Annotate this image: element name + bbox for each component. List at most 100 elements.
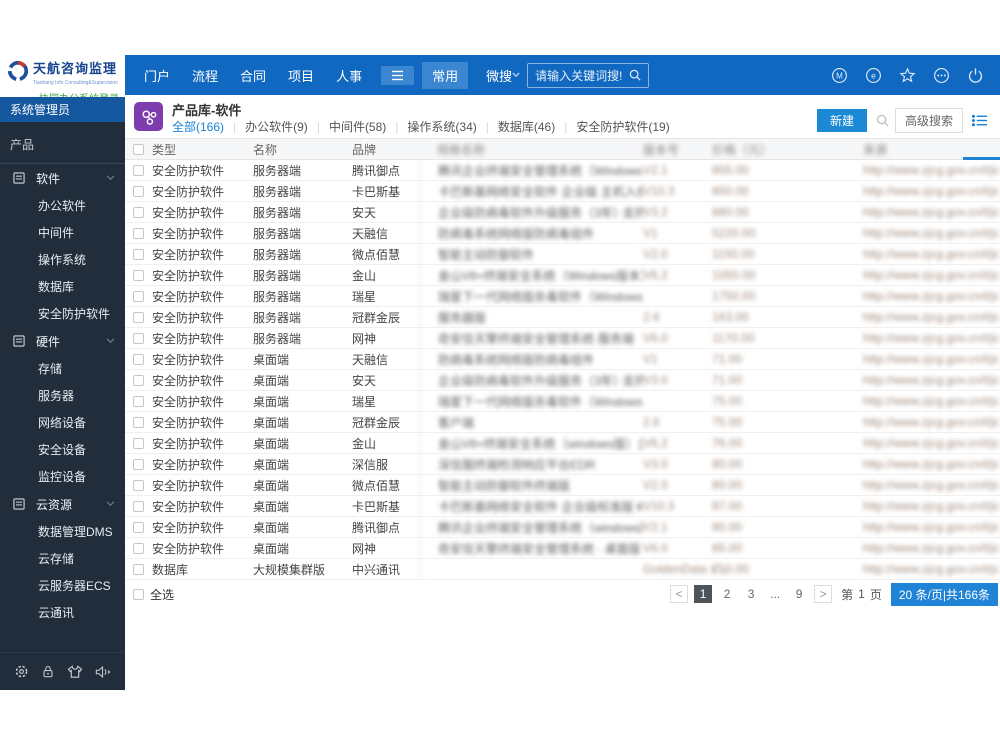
- row-checkbox[interactable]: [133, 395, 144, 407]
- row-checkbox[interactable]: [133, 290, 144, 302]
- sidebar-item[interactable]: 云通讯: [0, 599, 125, 626]
- wesearch-dropdown[interactable]: 微搜: [486, 66, 512, 85]
- page-button-3[interactable]: 3: [742, 585, 760, 603]
- sidebar-item[interactable]: 操作系统: [0, 246, 125, 273]
- apps-menu-button[interactable]: [381, 65, 415, 85]
- tab-0[interactable]: 全部(166): [172, 118, 224, 135]
- select-all-checkbox[interactable]: [133, 588, 144, 600]
- column-header[interactable]: 品牌: [352, 141, 420, 158]
- row-checkbox[interactable]: [133, 542, 144, 554]
- table-row[interactable]: 安全防护软件 桌面端 腾讯御点 腾讯企业终端安全管理系统（windows版）/ …: [125, 517, 1000, 538]
- gear-icon[interactable]: [14, 664, 29, 679]
- global-search-input[interactable]: 请输入关键词搜!: [527, 62, 650, 88]
- advanced-search-button[interactable]: 高级搜索: [894, 108, 963, 133]
- table-row[interactable]: 安全防护软件 服务器端 安天 企业级防病毒软件升级服务（3年）·支持版本升级 V…: [125, 202, 1000, 223]
- page-number-input[interactable]: 1: [858, 587, 865, 601]
- tab-5[interactable]: 安全防护软件(19): [576, 118, 669, 135]
- sidebar-item[interactable]: 服务器: [0, 382, 125, 409]
- sidebar-item[interactable]: 安全设备: [0, 436, 125, 463]
- table-row[interactable]: 安全防护软件 桌面端 网神 奇安信天擎终端安全管理系统 · 桌面版 V6.0 8…: [125, 538, 1000, 559]
- table-row[interactable]: 安全防护软件 服务器端 冠群金辰 服务器版 2.6 163.00 http://…: [125, 307, 1000, 328]
- table-row[interactable]: 安全防护软件 服务器端 天融信 防病毒系统网络版防病毒组件 V1 5220.00…: [125, 223, 1000, 244]
- speaker-icon[interactable]: [95, 665, 111, 679]
- nav-item[interactable]: 流程: [181, 66, 229, 85]
- sidebar-item[interactable]: 办公软件: [0, 192, 125, 219]
- row-checkbox[interactable]: [133, 500, 144, 512]
- lock-icon[interactable]: [41, 664, 55, 679]
- role-banner[interactable]: 系统管理员: [0, 97, 125, 122]
- row-checkbox[interactable]: [133, 437, 144, 449]
- row-checkbox[interactable]: [133, 332, 144, 344]
- page-button-2[interactable]: 2: [718, 585, 736, 603]
- table-search-icon[interactable]: [876, 114, 889, 127]
- row-checkbox[interactable]: [133, 563, 144, 575]
- row-checkbox[interactable]: [133, 311, 144, 323]
- row-checkbox[interactable]: [133, 206, 144, 218]
- power-icon[interactable]: [967, 67, 984, 84]
- sidebar-group-2[interactable]: 云资源: [0, 490, 125, 518]
- column-header[interactable]: 类型: [152, 141, 253, 158]
- nav-item[interactable]: 人事: [325, 66, 373, 85]
- sidebar-item[interactable]: 数据库: [0, 273, 125, 300]
- nav-item[interactable]: 合同: [229, 66, 277, 85]
- page-button-...[interactable]: ...: [766, 585, 784, 603]
- table-row[interactable]: 安全防护软件 桌面端 天融信 防病毒系统网络版防病毒组件 V1 71.00 ht…: [125, 349, 1000, 370]
- table-row[interactable]: 数据库 大规模集群版 中兴通讯 GoldenData s… 750.00 htt…: [125, 559, 1000, 580]
- sidebar-item[interactable]: 数据管理DMS: [0, 518, 125, 545]
- row-checkbox[interactable]: [133, 353, 144, 365]
- more-icon[interactable]: [933, 67, 950, 84]
- page-button-1[interactable]: 1: [694, 585, 713, 603]
- column-header[interactable]: 版本号: [643, 141, 712, 158]
- tab-4[interactable]: 数据库(46): [498, 118, 555, 135]
- page-button->[interactable]: >: [814, 585, 833, 603]
- row-checkbox[interactable]: [133, 269, 144, 281]
- horizontal-scrollbar-thumb[interactable]: [963, 157, 1000, 160]
- sidebar-group-1[interactable]: 硬件: [0, 327, 125, 355]
- sidebar-item[interactable]: 存储: [0, 355, 125, 382]
- list-view-icon[interactable]: [972, 114, 988, 127]
- row-checkbox[interactable]: [133, 458, 144, 470]
- row-checkbox[interactable]: [133, 521, 144, 533]
- row-checkbox[interactable]: [133, 185, 144, 197]
- message-icon[interactable]: e: [865, 67, 882, 84]
- table-row[interactable]: 安全防护软件 服务器端 卡巴斯基 卡巴斯基网络安全软件 企业级 主机入侵防御和病…: [125, 181, 1000, 202]
- page-button-9[interactable]: 9: [790, 585, 808, 603]
- table-row[interactable]: 安全防护软件 服务器端 瑞星 瑞星下一代网络版杀毒软件（Windows版）三年期…: [125, 286, 1000, 307]
- column-header[interactable]: 价格（元）: [712, 141, 863, 158]
- table-row[interactable]: 安全防护软件 服务器端 腾讯御点 腾讯企业终端安全管理系统（Windows版） …: [125, 160, 1000, 181]
- row-checkbox[interactable]: [133, 248, 144, 260]
- table-row[interactable]: 安全防护软件 桌面端 瑞星 瑞星下一代网络版杀毒软件（Windows版） 75.…: [125, 391, 1000, 412]
- header-checkbox[interactable]: [133, 143, 144, 155]
- new-button[interactable]: 新建: [816, 109, 867, 132]
- table-row[interactable]: 安全防护软件 服务器端 微点佰慧 智能主动防御软件 V2.0 1150.00 h…: [125, 244, 1000, 265]
- sidebar-item[interactable]: 监控设备: [0, 463, 125, 490]
- table-row[interactable]: 安全防护软件 桌面端 安天 企业级防病毒软件升级服务（3年）·支持版本升级 V3…: [125, 370, 1000, 391]
- table-row[interactable]: 安全防护软件 服务器端 网神 奇安信天擎终端安全管理系统·服务端 V6.0 11…: [125, 328, 1000, 349]
- sidebar-item[interactable]: 中间件: [0, 219, 125, 246]
- table-row[interactable]: 安全防护软件 桌面端 微点佰慧 智能主动防御软件终端版 V2.0 80.00 h…: [125, 475, 1000, 496]
- table-row[interactable]: 安全防护软件 桌面端 深信服 深信服终端检测响应平台EDR V3.0 80.00…: [125, 454, 1000, 475]
- sidebar-item[interactable]: 网络设备: [0, 409, 125, 436]
- nav-item[interactable]: 项目: [277, 66, 325, 85]
- column-header[interactable]: 规格名称: [420, 139, 643, 159]
- nav-item[interactable]: 门户: [133, 66, 181, 85]
- row-checkbox[interactable]: [133, 374, 144, 386]
- table-row[interactable]: 安全防护软件 服务器端 金山 金山V8+终端安全系统（Windows版本）标准组…: [125, 265, 1000, 286]
- row-checkbox[interactable]: [133, 479, 144, 491]
- page-button-<[interactable]: <: [670, 585, 689, 603]
- row-checkbox[interactable]: [133, 416, 144, 428]
- tab-2[interactable]: 中间件(58): [329, 118, 386, 135]
- row-checkbox[interactable]: [133, 227, 144, 239]
- table-row[interactable]: 安全防护软件 桌面端 金山 金山V8+终端安全系统（windows版）企业版 V…: [125, 433, 1000, 454]
- m-badge-icon[interactable]: M: [831, 67, 848, 84]
- sidebar-item[interactable]: 云服务器ECS: [0, 572, 125, 599]
- sidebar-group-0[interactable]: 软件: [0, 164, 125, 192]
- page-jump[interactable]: 第 1 页: [841, 586, 882, 603]
- column-header[interactable]: 来源: [863, 141, 1000, 158]
- select-all-control[interactable]: 全选: [125, 586, 174, 603]
- table-row[interactable]: 安全防护软件 桌面端 卡巴斯基 卡巴斯基网络安全软件 企业级标准版 KL48… …: [125, 496, 1000, 517]
- star-icon[interactable]: [899, 66, 916, 84]
- sidebar-item[interactable]: 安全防护软件: [0, 300, 125, 327]
- column-header[interactable]: 名称: [253, 141, 352, 158]
- favorites-menu-button[interactable]: 常用: [422, 61, 469, 89]
